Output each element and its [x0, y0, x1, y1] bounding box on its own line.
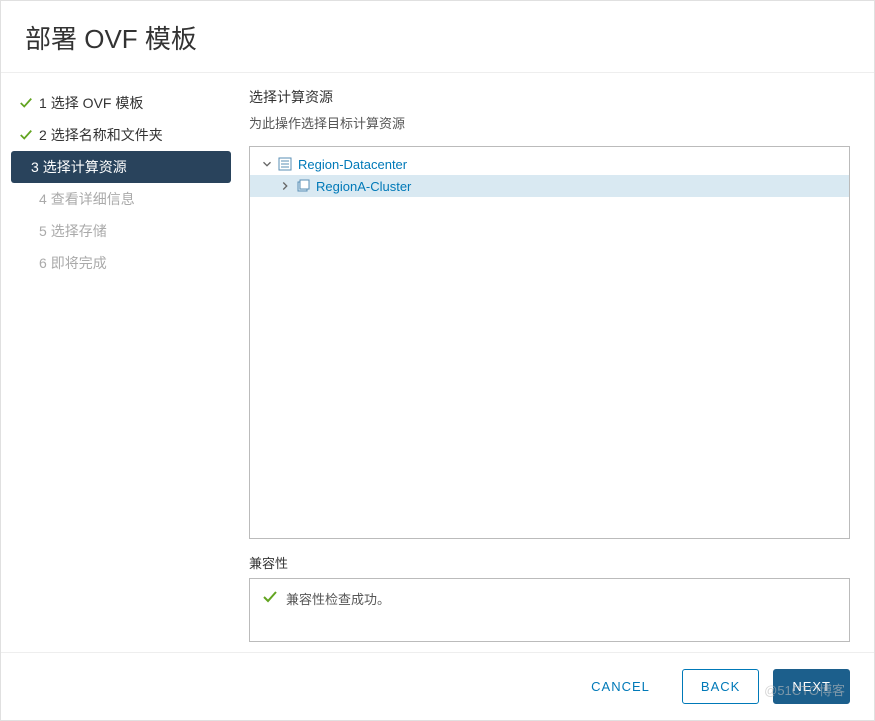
dialog-body: 1 选择 OVF 模板 2 选择名称和文件夹 3 选择计算资源 4 查看详细信息: [1, 73, 874, 652]
resource-tree: Region-Datacenter RegionA-Cluster: [249, 146, 850, 539]
cluster-icon: [294, 178, 312, 194]
step-label: 选择名称和文件夹: [51, 125, 163, 145]
step-number: 4: [39, 191, 47, 207]
dialog-footer: CANCEL BACK NEXT: [1, 652, 874, 720]
step-6-ready[interactable]: 6 即将完成: [1, 247, 241, 279]
content-subtitle: 为此操作选择目标计算资源: [249, 113, 850, 132]
step-label: 选择 OVF 模板: [51, 93, 144, 113]
check-icon: [262, 589, 278, 610]
step-number: 3: [31, 159, 39, 175]
check-icon: [19, 95, 33, 111]
step-4-review-details[interactable]: 4 查看详细信息: [1, 183, 241, 215]
step-1-select-ovf[interactable]: 1 选择 OVF 模板: [1, 87, 241, 119]
check-icon: [19, 127, 33, 143]
compatibility-message: 兼容性检查成功。: [286, 589, 390, 608]
datacenter-icon: [276, 156, 294, 172]
content-pane: 选择计算资源 为此操作选择目标计算资源 Region-Datacenter: [241, 73, 874, 652]
tree-label: RegionA-Cluster: [316, 179, 411, 194]
cancel-button[interactable]: CANCEL: [573, 670, 668, 703]
step-3-compute-resource[interactable]: 3 选择计算资源: [11, 151, 231, 183]
step-2-name-folder[interactable]: 2 选择名称和文件夹: [1, 119, 241, 151]
content-title: 选择计算资源: [249, 87, 850, 107]
next-button[interactable]: NEXT: [773, 669, 850, 704]
tree-item-datacenter[interactable]: Region-Datacenter: [250, 153, 849, 175]
tree-item-cluster[interactable]: RegionA-Cluster: [250, 175, 849, 197]
step-number: 2: [39, 127, 47, 143]
dialog-title: 部署 OVF 模板: [1, 1, 874, 73]
step-number: 1: [39, 95, 47, 111]
wizard-sidebar: 1 选择 OVF 模板 2 选择名称和文件夹 3 选择计算资源 4 查看详细信息: [1, 73, 241, 652]
step-label: 查看详细信息: [51, 189, 135, 209]
chevron-down-icon[interactable]: [260, 156, 274, 172]
tree-label: Region-Datacenter: [298, 157, 407, 172]
step-label: 即将完成: [51, 253, 107, 273]
step-5-select-storage[interactable]: 5 选择存储: [1, 215, 241, 247]
step-number: 5: [39, 223, 47, 239]
compatibility-box: 兼容性检查成功。: [249, 578, 850, 642]
back-button[interactable]: BACK: [682, 669, 759, 704]
step-number: 6: [39, 255, 47, 271]
compatibility-title: 兼容性: [249, 553, 850, 572]
chevron-right-icon[interactable]: [278, 178, 292, 194]
step-label: 选择计算资源: [43, 157, 127, 177]
deploy-ovf-dialog: 部署 OVF 模板 1 选择 OVF 模板 2 选择名称和文件夹 3 选择计算资…: [0, 0, 875, 721]
step-label: 选择存储: [51, 221, 107, 241]
